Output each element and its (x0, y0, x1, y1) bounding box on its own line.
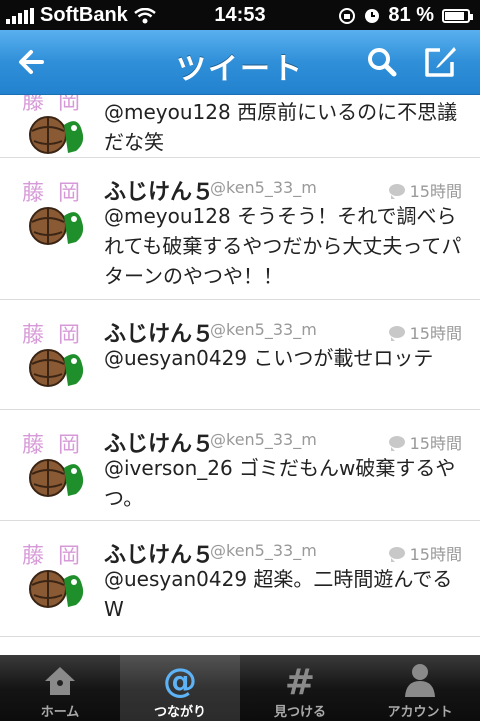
avatar[interactable]: 藤 岡 (20, 537, 96, 613)
svg-text:@: @ (163, 661, 197, 699)
reply-bubble-icon (388, 436, 405, 451)
tab-account[interactable]: アカウント (360, 655, 480, 721)
home-icon (45, 667, 75, 695)
nav-bar: ツイート (0, 30, 480, 95)
svg-text:#: # (285, 662, 315, 699)
tab-home[interactable]: ホーム (0, 655, 120, 721)
tweet-author-handle: @ken5_33_m (210, 178, 317, 197)
tweet-item[interactable]: 藤 岡 ふじけん５ @ken5_33_m 15時間 @meyou128 そうそう… (0, 158, 480, 300)
search-button[interactable] (362, 42, 402, 82)
tweet-time-label: 15時間 (409, 545, 462, 564)
tab-connect[interactable]: @ つながり (120, 655, 240, 721)
tweet-author-handle: @ken5_33_m (210, 430, 317, 449)
avatar[interactable]: 藤 岡 (20, 316, 96, 392)
tweet-time: 15時間 (388, 541, 462, 565)
tweet-text: @meyou128 そうそう！それで調べられても破棄するやつだから大丈夫ってパタ… (104, 204, 462, 288)
tweet-time: 15時間 (388, 430, 462, 454)
svg-text:藤: 藤 (22, 544, 44, 569)
page-title: ツイート (176, 52, 304, 87)
battery-icon (442, 8, 473, 23)
tweet-text: @uesyan0429 超楽。二時間遊んでるW (104, 567, 453, 621)
tweet-text: @iverson_26 ゴミだもんw破棄するやつ。 (104, 456, 456, 510)
status-bar: SoftBank 14:53 81 % (0, 0, 480, 30)
at-icon: @ (163, 661, 197, 699)
hash-icon: # (285, 662, 315, 699)
status-right: 81 % (338, 4, 473, 27)
svg-text:藤: 藤 (22, 181, 44, 206)
tweet-time-label: 15時間 (409, 434, 462, 453)
tweet-time-label: 15時間 (409, 324, 462, 343)
avatar[interactable]: 藤 岡 (20, 95, 96, 159)
reply-bubble-icon (388, 184, 405, 199)
tweet-time-label: 15時間 (409, 182, 462, 201)
avatar[interactable]: 藤 岡 (20, 174, 96, 250)
svg-text:岡: 岡 (58, 544, 80, 569)
battery-percent: 81 % (388, 4, 434, 26)
tweet-item[interactable]: 藤 岡 ふじけん５ @ken5_33_m 15時間 @iverson_26 ゴミ… (0, 410, 480, 521)
tab-account-label: アカウント (387, 705, 453, 720)
tab-discover-label: 見つける (273, 705, 326, 720)
svg-text:岡: 岡 (58, 95, 80, 115)
svg-text:岡: 岡 (58, 433, 80, 458)
svg-text:藤: 藤 (22, 95, 44, 115)
svg-text:藤: 藤 (22, 433, 44, 458)
tweet-time: 15時間 (388, 178, 462, 202)
compose-icon (425, 47, 456, 77)
svg-text:岡: 岡 (58, 181, 80, 206)
tab-connect-label: つながり (153, 705, 206, 720)
compose-button[interactable] (420, 42, 460, 82)
alarm-icon (365, 8, 380, 23)
avatar[interactable]: 藤 岡 (20, 426, 96, 502)
tweet-author-handle: @ken5_33_m (210, 541, 317, 560)
rotation-lock-icon (339, 7, 356, 24)
tweet-list[interactable]: 藤 岡 @meyou128 西原前にいるのに不思議だな笑 藤 岡 ふじけん５ @… (0, 95, 480, 655)
person-icon (405, 664, 435, 697)
tweet-item[interactable]: 藤 岡 ふじけん５ @ken5_33_m 15時間 @uesyan0429 こい… (0, 300, 480, 410)
svg-text:岡: 岡 (58, 323, 80, 348)
tweet-text: @meyou128 西原前にいるのに不思議だな笑 (104, 100, 458, 154)
tab-home-label: ホーム (40, 705, 80, 720)
reply-bubble-icon (388, 326, 405, 341)
reply-bubble-icon (388, 547, 405, 562)
svg-text:藤: 藤 (22, 323, 44, 348)
tweet-author-handle: @ken5_33_m (210, 320, 317, 339)
search-icon (368, 48, 397, 77)
tab-discover[interactable]: # 見つける (240, 655, 360, 721)
tab-bar: ホーム @ つながり # 見つける アカウント (0, 655, 480, 721)
tweet-text: @uesyan0429 こいつが載せロッテ (104, 346, 434, 370)
tweet-time: 15時間 (388, 320, 462, 344)
tweet-item[interactable]: 藤 岡 ふじけん５ @ken5_33_m 15時間 @uesyan0429 超楽… (0, 521, 480, 637)
tweet-item[interactable]: 藤 岡 @meyou128 西原前にいるのに不思議だな笑 (0, 95, 480, 158)
